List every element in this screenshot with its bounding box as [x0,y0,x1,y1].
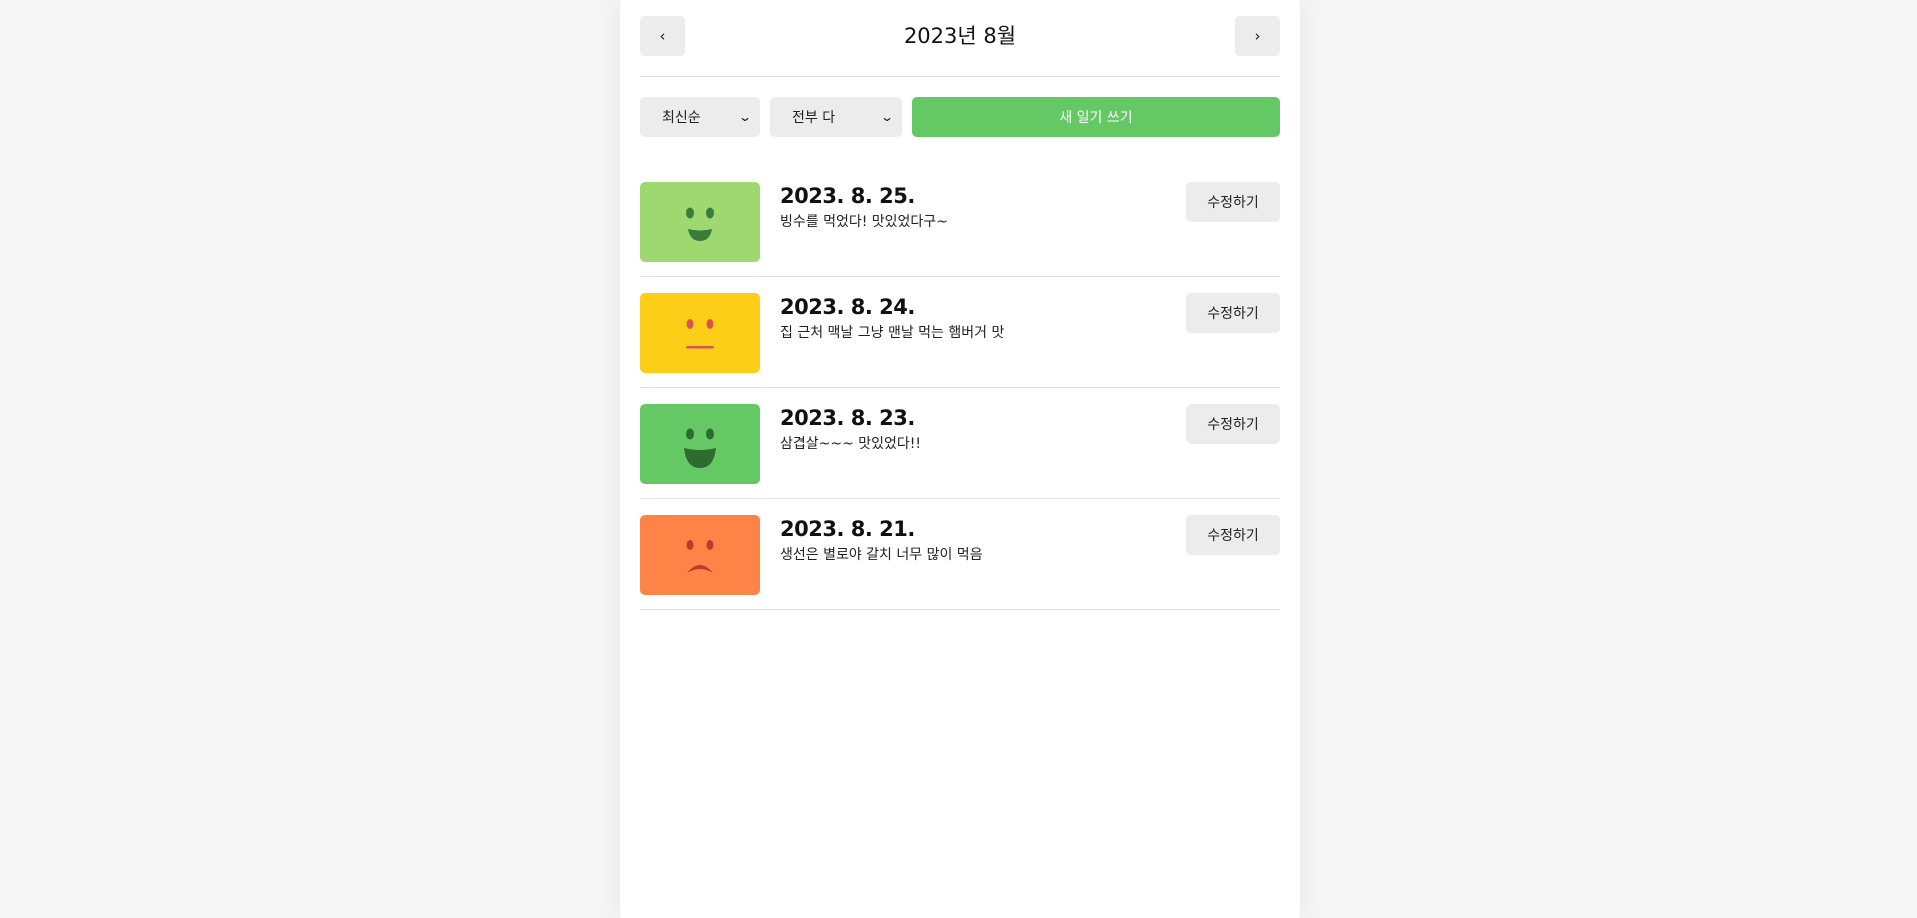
diary-item: 2023. 8. 21. 생선은 별로야 갈치 너무 많이 먹음 수정하기 [640,499,1280,610]
chevron-down-icon: ⌄ [737,110,753,124]
diary-info[interactable]: 2023. 8. 21. 생선은 별로야 갈치 너무 많이 먹음 [780,515,1160,565]
next-month-button[interactable]: › [1235,16,1280,56]
diary-app: ‹ 2023년 8월 › 최신순 ⌄ 전부 다 ⌄ 새 일기 쓰기 2023. … [620,0,1300,918]
emotion-thumbnail[interactable] [640,182,760,262]
diary-date: 2023. 8. 25. [780,184,915,208]
diary-item: 2023. 8. 24. 집 근처 맥날 그냥 맨날 먹는 햄버거 맛 수정하기 [640,277,1280,388]
edit-button[interactable]: 수정하기 [1186,182,1280,222]
diary-item: 2023. 8. 23. 삼겹살~~~ 맛있었다!! 수정하기 [640,388,1280,499]
month-header: ‹ 2023년 8월 › [640,16,1280,56]
smile-face-icon [686,207,714,241]
filter-select-value: 전부 다 [792,110,836,126]
edit-button[interactable]: 수정하기 [1186,404,1280,444]
chevron-down-icon: ⌄ [879,110,895,124]
edit-button[interactable]: 수정하기 [1186,293,1280,333]
sad-face-icon [686,540,714,573]
emotion-thumbnail[interactable] [640,515,760,595]
edit-button[interactable]: 수정하기 [1186,515,1280,555]
diary-date: 2023. 8. 21. [780,517,915,541]
new-diary-button[interactable]: 새 일기 쓰기 [912,97,1280,137]
diary-content-preview: 생선은 별로야 갈치 너무 많이 먹음 [780,547,983,563]
emotion-filter-select[interactable]: 전부 다 ⌄ [770,97,902,137]
list-toolbar: 최신순 ⌄ 전부 다 ⌄ 새 일기 쓰기 [640,97,1280,137]
diary-info[interactable]: 2023. 8. 24. 집 근처 맥날 그냥 맨날 먹는 햄버거 맛 [780,293,1160,343]
header-divider [640,76,1280,77]
diary-info[interactable]: 2023. 8. 23. 삼겹살~~~ 맛있었다!! [780,404,1160,454]
diary-date: 2023. 8. 23. [780,406,915,430]
emotion-thumbnail[interactable] [640,404,760,484]
diary-info[interactable]: 2023. 8. 25. 빙수를 먹었다! 맛있었다구~ [780,182,1160,232]
diary-list: 2023. 8. 25. 빙수를 먹었다! 맛있었다구~ 수정하기 2023. … [640,166,1280,610]
emotion-thumbnail[interactable] [640,293,760,373]
month-title: 2023년 8월 [903,24,1017,48]
big-smile-face-icon [684,428,716,468]
diary-item: 2023. 8. 25. 빙수를 먹었다! 맛있었다구~ 수정하기 [640,166,1280,277]
diary-date: 2023. 8. 24. [780,295,915,319]
diary-content-preview: 빙수를 먹었다! 맛있었다구~ [780,214,948,230]
chevron-right-icon: › [1254,27,1261,45]
diary-content-preview: 삼겹살~~~ 맛있었다!! [780,436,922,452]
neutral-face-icon [686,319,714,349]
sort-select[interactable]: 최신순 ⌄ [640,97,760,137]
sort-select-value: 최신순 [662,110,701,126]
diary-content-preview: 집 근처 맥날 그냥 맨날 먹는 햄버거 맛 [780,325,1005,341]
